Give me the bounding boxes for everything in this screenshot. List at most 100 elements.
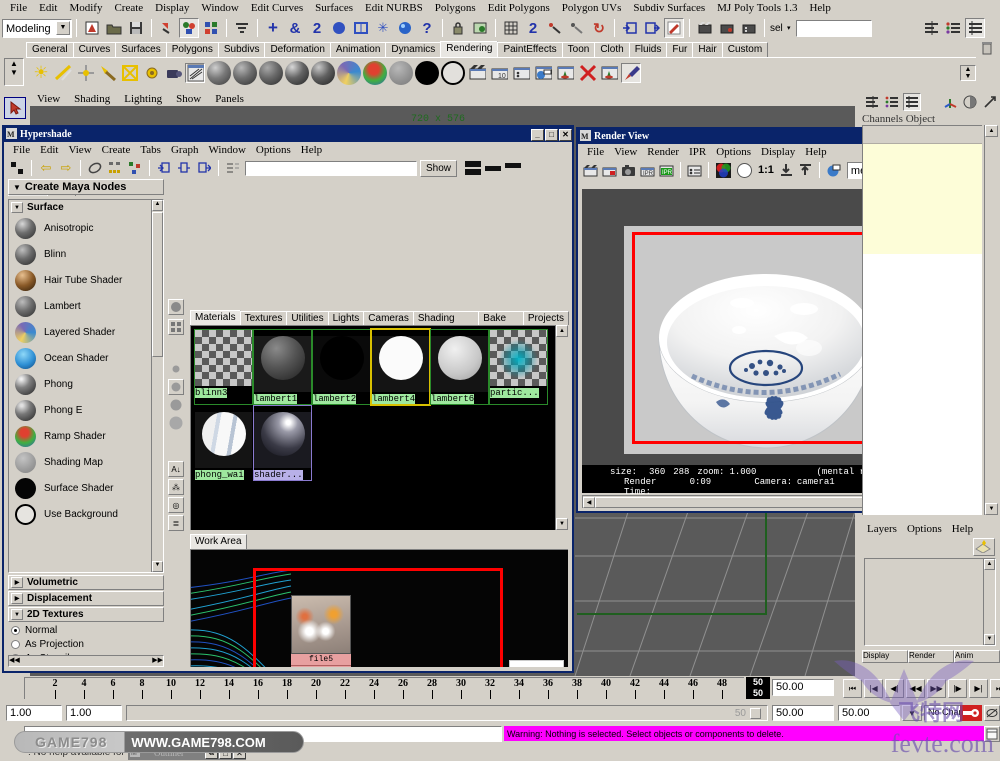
lock-icon[interactable] <box>448 18 468 38</box>
render-globals-shelf-icon[interactable] <box>511 63 531 83</box>
viewport-menu-view[interactable]: View <box>30 93 67 105</box>
remove-image-icon[interactable] <box>797 161 814 180</box>
chevron-right-icon[interactable]: ▶ <box>11 577 23 588</box>
viewport-menu-panels[interactable]: Panels <box>208 93 251 105</box>
sort-alphabetical-icon[interactable]: A↓ <box>168 461 184 477</box>
rv-menu-file[interactable]: File <box>582 146 609 158</box>
step-forward-key-button[interactable]: ▶| <box>969 679 988 698</box>
material-swatch-phong-icon[interactable] <box>285 61 309 85</box>
spot-light-icon[interactable] <box>97 63 117 83</box>
browser-tab-projects[interactable]: Projects <box>523 311 569 325</box>
browser-tab-utilities[interactable]: Utilities <box>286 311 328 325</box>
node-lambert4SG[interactable]: lambert4SG ▶ ▼ ▶ <box>509 660 564 667</box>
channel-box-layout-icon[interactable] <box>863 93 881 111</box>
hs-menu-tabs[interactable]: Tabs <box>135 144 166 156</box>
channel-box-scrollbar[interactable]: ▲ ▼ <box>984 125 998 515</box>
material-swatch-use-background-icon[interactable] <box>441 61 465 85</box>
show-tool-settings-icon[interactable] <box>965 18 985 38</box>
layers-menu-options[interactable]: Options <box>902 523 947 535</box>
render-settings-window-icon[interactable] <box>686 161 703 180</box>
half-circle-icon[interactable] <box>961 93 979 111</box>
snapshot-icon[interactable] <box>620 161 637 180</box>
xlarge-swatch-icon[interactable] <box>168 415 184 431</box>
shelf-scroll-control[interactable]: ▲ ▼ <box>4 58 24 86</box>
hs-menu-options[interactable]: Options <box>251 144 296 156</box>
material-swatch-shader[interactable]: shader... <box>254 406 311 480</box>
node-item-layered-shader[interactable]: Layered Shader <box>9 319 163 345</box>
ipr-render-region-icon[interactable]: IPR <box>639 161 656 180</box>
menu-edit-nurbs[interactable]: Edit NURBS <box>359 2 429 14</box>
snap-vertex-icon[interactable]: 2 <box>523 18 543 38</box>
current-frame-indicator[interactable]: 50 50 <box>746 677 770 699</box>
hs-menu-graph[interactable]: Graph <box>166 144 204 156</box>
time-slider-track[interactable]: 2 4 6 8 10 12 14 16 18 20 22 24 26 28 30… <box>24 677 744 699</box>
texture-mode-as-projection[interactable]: As Projection <box>8 637 164 651</box>
snap-to-curve-icon[interactable]: & <box>285 18 305 38</box>
layer-tab-anim[interactable]: Anim <box>954 650 1000 663</box>
menu-edit-polygons[interactable]: Edit Polygons <box>482 2 556 14</box>
material-swatch-phong-e-icon[interactable] <box>311 61 335 85</box>
shelf-tab-polygons[interactable]: Polygons <box>166 42 219 57</box>
work-area-tab[interactable]: Work Area <box>190 534 247 549</box>
render-sequence-icon[interactable]: 10 <box>489 63 509 83</box>
go-to-start-button[interactable]: ⏮ <box>843 679 862 698</box>
shelf-tab-rendering[interactable]: Rendering <box>440 41 498 57</box>
snap-to-grid-icon[interactable]: + <box>263 18 283 38</box>
select-by-hierarchy-icon[interactable] <box>82 18 102 38</box>
material-swatch-phong-wai[interactable]: phong_wai <box>195 406 252 480</box>
shelf-tab-animation[interactable]: Animation <box>330 42 386 57</box>
snap-to-point-icon[interactable]: 2 <box>307 18 327 38</box>
material-swatch-blinn-icon[interactable] <box>233 61 257 85</box>
layout-bottom-only-icon[interactable] <box>484 159 502 177</box>
material-swatch-particle[interactable]: partic... <box>490 330 547 404</box>
select-by-component-type-icon[interactable] <box>179 18 199 38</box>
shelf-tab-fluids[interactable]: Fluids <box>629 42 668 57</box>
hs-back-icon[interactable]: ⇦ <box>37 159 55 177</box>
point-light-icon[interactable] <box>75 63 95 83</box>
viewport-menu-show[interactable]: Show <box>169 93 208 105</box>
menu-window[interactable]: Window <box>195 2 244 14</box>
range-end-field[interactable]: 1.00 <box>66 705 122 721</box>
render-current-frame-icon[interactable] <box>470 18 490 38</box>
shelf-row-scroll[interactable]: ▲ ▼ <box>960 65 976 81</box>
render-view-icon[interactable] <box>695 18 715 38</box>
paint-weights-icon[interactable] <box>567 18 587 38</box>
layers-menu-help[interactable]: Help <box>947 523 978 535</box>
animation-preferences-icon[interactable] <box>984 705 1000 721</box>
menu-modify[interactable]: Modify <box>63 2 108 14</box>
node-item-use-background[interactable]: Use Background <box>9 501 163 527</box>
menu-polygon-uvs[interactable]: Polygon UVs <box>556 2 628 14</box>
create-panel-hscroll[interactable]: ◀◀▶▶ <box>8 655 164 667</box>
layers-menu-layers[interactable]: Layers <box>862 523 902 535</box>
step-back-key-button[interactable]: |◀ <box>864 679 883 698</box>
menu-create[interactable]: Create <box>108 2 149 14</box>
ambient-light-icon[interactable]: ☀ <box>31 63 51 83</box>
hs-input-output-connections-icon[interactable] <box>175 159 193 177</box>
hs-menu-file[interactable]: File <box>8 144 35 156</box>
node-group-displacement[interactable]: ▶ Displacement <box>8 591 164 606</box>
hs-input-connections-icon[interactable] <box>155 159 173 177</box>
show-attribute-editor-icon[interactable] <box>943 18 963 38</box>
node-item-ocean-shader[interactable]: Ocean Shader <box>9 345 163 371</box>
tool-settings-layout-icon[interactable] <box>903 93 921 111</box>
channel-box[interactable]: ▲ ▼ <box>862 125 998 515</box>
rv-menu-view[interactable]: View <box>609 146 642 158</box>
menu-set-dropdown[interactable]: Modeling ▼ <box>2 19 72 38</box>
render-diagnostics-icon[interactable] <box>825 161 842 180</box>
swatch-grid-scrollbar[interactable]: ▲ ▼ <box>555 325 568 530</box>
shelf-tab-subdivs[interactable]: Subdivs <box>218 42 266 57</box>
menu-edit[interactable]: Edit <box>33 2 63 14</box>
large-swatch-icon[interactable] <box>168 397 184 413</box>
edit-graph-icon[interactable] <box>664 18 684 38</box>
shelf-tab-curves[interactable]: Curves <box>73 42 117 57</box>
material-swatch-lambert2[interactable]: lambert2 <box>313 330 370 404</box>
open-scene-icon[interactable] <box>104 18 124 38</box>
browser-tab-textures[interactable]: Textures <box>240 311 288 325</box>
rgb-channel-icon[interactable] <box>714 161 733 180</box>
snap-list-icon[interactable] <box>232 18 252 38</box>
browser-tab-lights[interactable]: Lights <box>328 311 365 325</box>
range-lock-icon[interactable] <box>750 708 761 719</box>
hs-graph-network-icon[interactable] <box>126 159 144 177</box>
select-mask-icon[interactable] <box>201 18 221 38</box>
go-to-end-button[interactable]: ⏭ <box>990 679 1000 698</box>
